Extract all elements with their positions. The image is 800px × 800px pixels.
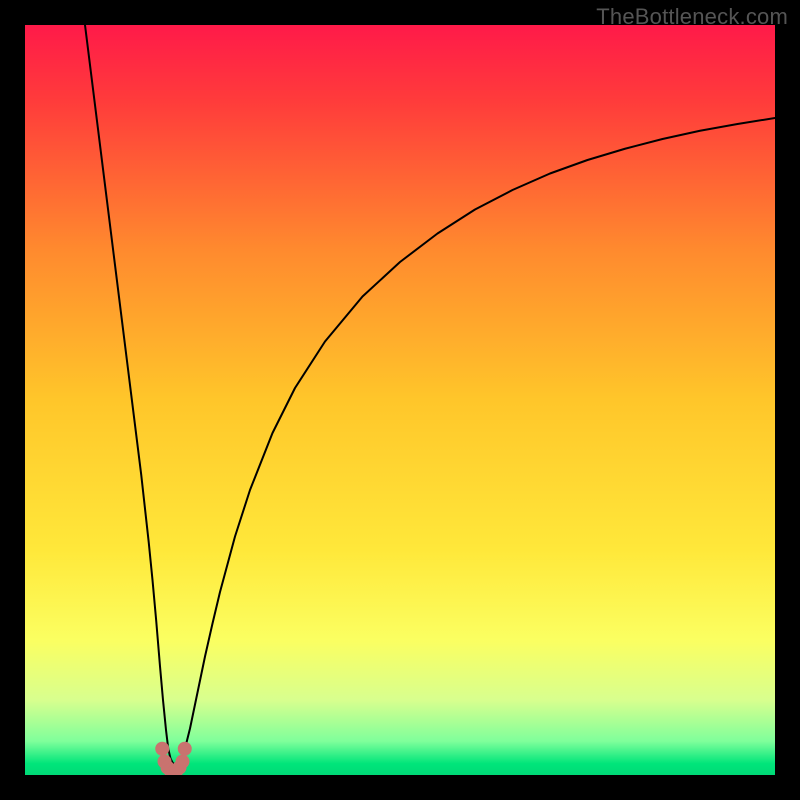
bottleneck-chart	[25, 25, 775, 775]
marker-dot	[178, 742, 192, 756]
chart-frame: TheBottleneck.com	[0, 0, 800, 800]
chart-background	[25, 25, 775, 775]
watermark-text: TheBottleneck.com	[596, 4, 788, 30]
marker-dot	[176, 755, 190, 769]
marker-dot	[155, 742, 169, 756]
